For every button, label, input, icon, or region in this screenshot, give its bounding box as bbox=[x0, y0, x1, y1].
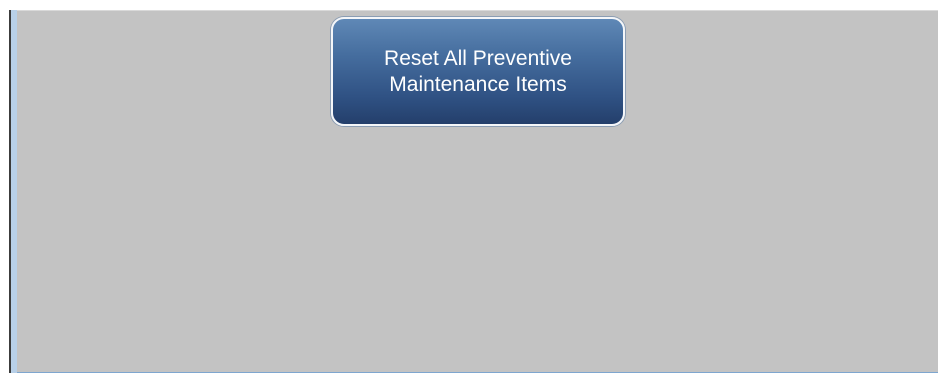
top-divider bbox=[9, 10, 938, 11]
left-accent-strip bbox=[11, 10, 17, 373]
reset-all-preventive-maintenance-button[interactable]: Reset All Preventive Maintenance Items bbox=[331, 17, 625, 126]
reset-button-label: Reset All Preventive Maintenance Items bbox=[384, 46, 572, 96]
